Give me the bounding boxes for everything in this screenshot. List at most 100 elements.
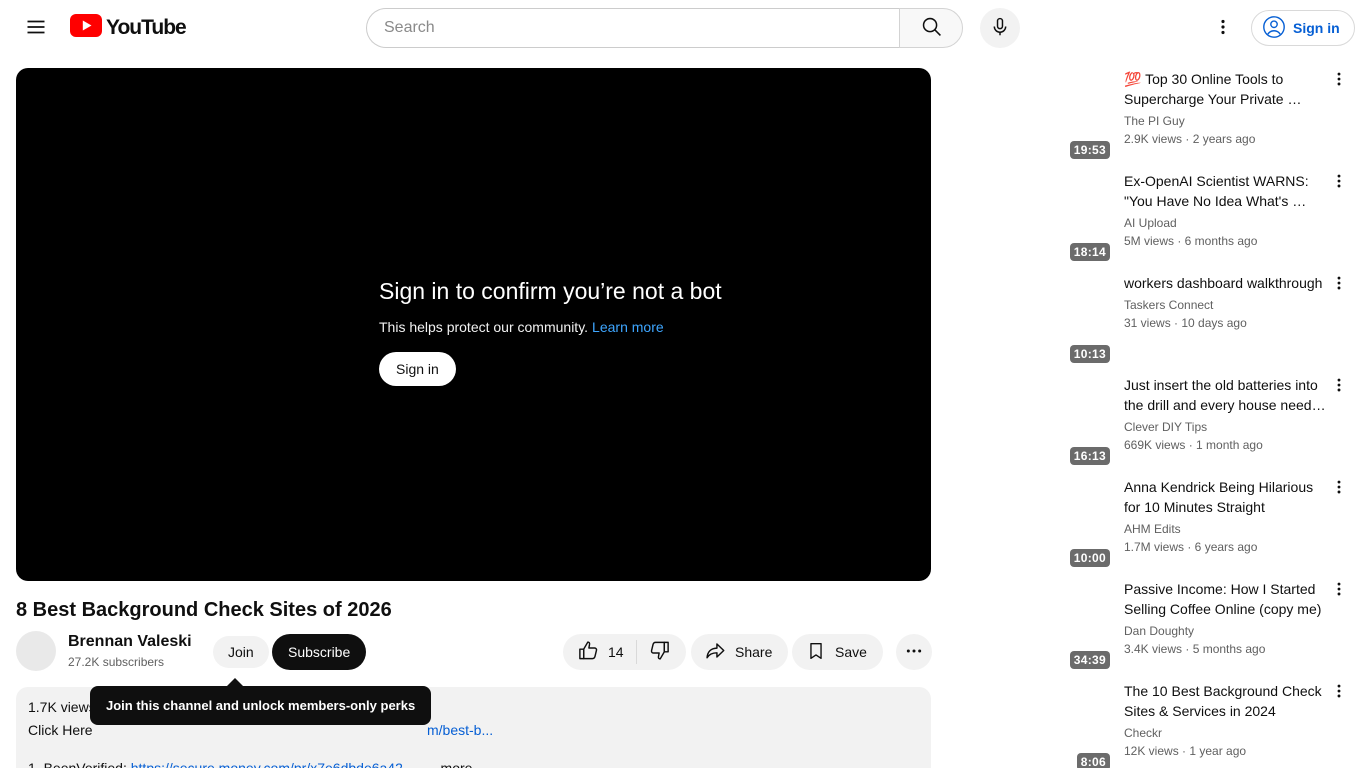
bot-check-headline: Sign in to confirm you’re not a bot — [379, 276, 722, 306]
video-thumbnail[interactable]: 34:39 — [1068, 578, 1116, 672]
related-video-menu-button[interactable] — [1328, 580, 1350, 602]
duration-badge: 10:13 — [1070, 345, 1110, 363]
related-video-item[interactable]: 10:00 Anna Kendrick Being Hilarious for … — [1068, 476, 1350, 570]
like-count: 14 — [608, 644, 624, 660]
related-video-channel: The PI Guy — [1124, 113, 1326, 129]
person-icon — [1262, 15, 1286, 42]
related-video-menu-button[interactable] — [1328, 274, 1350, 296]
duration-badge: 19:53 — [1070, 141, 1110, 159]
related-video-channel: AHM Edits — [1124, 521, 1326, 537]
related-video-menu-button[interactable] — [1328, 376, 1350, 398]
save-label: Save — [835, 644, 867, 660]
related-video-title: Ex-OpenAI Scientist WARNS: "You Have No … — [1124, 171, 1326, 211]
menu-button[interactable] — [16, 8, 56, 48]
related-video-meta: 669K views · 1 month ago — [1124, 437, 1326, 453]
related-video-item[interactable]: 18:14 Ex-OpenAI Scientist WARNS: "You Ha… — [1068, 170, 1350, 264]
video-thumbnail[interactable]: 8:06 — [1068, 680, 1116, 768]
channel-avatar[interactable] — [16, 631, 56, 671]
show-more-link[interactable]: ...more — [429, 760, 473, 768]
related-videos-sidebar: 19:53 💯 Top 30 Online Tools to Superchar… — [1068, 68, 1350, 768]
search-input[interactable] — [366, 8, 899, 48]
related-video-item[interactable]: 10:13 workers dashboard walkthrough Task… — [1068, 272, 1350, 366]
join-button[interactable]: Join — [213, 636, 269, 668]
duration-badge: 10:00 — [1070, 549, 1110, 567]
bot-check-message: Sign in to confirm you’re not a bot This… — [379, 276, 722, 386]
video-more-button[interactable] — [896, 634, 932, 670]
share-label: Share — [735, 644, 772, 660]
thumb-up-icon — [577, 639, 600, 665]
related-video-menu-button[interactable] — [1328, 172, 1350, 194]
video-details: The 10 Best Background Check Sites & Ser… — [1116, 680, 1328, 768]
related-video-meta: 1.7M views · 6 years ago — [1124, 539, 1326, 555]
duration-badge: 18:14 — [1070, 243, 1110, 261]
channel-info: Brennan Valeski 27.2K subscribers — [68, 631, 192, 671]
related-video-channel: Taskers Connect — [1124, 297, 1326, 313]
search-button[interactable] — [899, 8, 963, 48]
video-thumbnail[interactable]: 18:14 — [1068, 170, 1116, 264]
hamburger-icon — [24, 15, 48, 42]
related-video-item[interactable]: 34:39 Passive Income: How I Started Sell… — [1068, 578, 1350, 672]
header-more-button[interactable] — [1203, 8, 1243, 48]
related-video-title: Just insert the old batteries into the d… — [1124, 375, 1326, 415]
video-details: Anna Kendrick Being Hilarious for 10 Min… — [1116, 476, 1328, 570]
related-video-title: Passive Income: How I Started Selling Co… — [1124, 579, 1326, 619]
kebab-icon — [1330, 682, 1348, 703]
related-video-title: workers dashboard walkthrough — [1124, 273, 1326, 293]
click-here-text: Click Here — [28, 722, 93, 738]
like-dislike-group: 14 — [563, 634, 686, 670]
header-signin-button[interactable]: Sign in — [1251, 10, 1355, 46]
video-details: Just insert the old batteries into the d… — [1116, 374, 1328, 468]
list-item-text: 1. BeenVerified: — [28, 760, 131, 768]
mic-icon — [989, 16, 1011, 41]
related-video-item[interactable]: 16:13 Just insert the old batteries into… — [1068, 374, 1350, 468]
related-video-meta: 31 views · 10 days ago — [1124, 315, 1326, 331]
share-button[interactable]: Share — [691, 634, 788, 670]
related-video-meta: 5M views · 6 months ago — [1124, 233, 1326, 249]
kebab-icon — [1330, 274, 1348, 295]
video-details: workers dashboard walkthrough Taskers Co… — [1116, 272, 1328, 366]
related-video-menu-button[interactable] — [1328, 478, 1350, 500]
related-video-menu-button[interactable] — [1328, 70, 1350, 92]
subscribe-button[interactable]: Subscribe — [272, 634, 366, 670]
dislike-button[interactable] — [637, 634, 686, 670]
logo-wordmark: YouTube — [106, 16, 186, 40]
video-player[interactable]: Sign in to confirm you’re not a bot This… — [16, 68, 931, 581]
related-video-menu-button[interactable] — [1328, 682, 1350, 704]
related-video-meta: 12K views · 1 year ago — [1124, 743, 1326, 759]
video-details: Passive Income: How I Started Selling Co… — [1116, 578, 1328, 672]
like-button[interactable]: 14 — [563, 634, 636, 670]
learn-more-link[interactable]: Learn more — [592, 319, 664, 335]
player-signin-button[interactable]: Sign in — [379, 352, 456, 386]
related-video-title: The 10 Best Background Check Sites & Ser… — [1124, 681, 1326, 721]
search-area — [366, 8, 963, 48]
related-video-title: Anna Kendrick Being Hilarious for 10 Min… — [1124, 477, 1326, 517]
video-details: 💯 Top 30 Online Tools to Supercharge You… — [1116, 68, 1328, 162]
video-thumbnail[interactable]: 19:53 — [1068, 68, 1116, 162]
video-thumbnail[interactable]: 16:13 — [1068, 374, 1116, 468]
kebab-icon — [1330, 70, 1348, 91]
related-video-meta: 2.9K views · 2 years ago — [1124, 131, 1326, 147]
kebab-icon — [1330, 376, 1348, 397]
thumb-down-icon — [648, 639, 671, 665]
app-header: YouTube Sign in — [0, 0, 1366, 56]
beenverified-link[interactable]: https://secure.money.com/pr/x7e6dbde6a42 — [131, 760, 403, 768]
duration-badge: 8:06 — [1077, 753, 1110, 768]
video-title: 8 Best Background Check Sites of 2026 — [16, 596, 392, 624]
description-link-fragment[interactable]: m/best-b... — [427, 720, 493, 740]
related-video-channel: Dan Doughty — [1124, 623, 1326, 639]
related-video-item[interactable]: 8:06 The 10 Best Background Check Sites … — [1068, 680, 1350, 768]
save-button[interactable]: Save — [792, 634, 883, 670]
bot-check-subtext: This helps protect our community. — [379, 319, 588, 335]
duration-badge: 16:13 — [1070, 447, 1110, 465]
youtube-watch-page: YouTube Sign in — [0, 0, 1366, 768]
subscriber-count: 27.2K subscribers — [68, 653, 192, 671]
more-dots-icon — [904, 641, 924, 664]
related-video-item[interactable]: 19:53 💯 Top 30 Online Tools to Superchar… — [1068, 68, 1350, 162]
play-icon — [70, 14, 102, 42]
mic-button[interactable] — [980, 8, 1020, 48]
youtube-logo[interactable]: YouTube — [70, 14, 186, 42]
channel-name[interactable]: Brennan Valeski — [68, 631, 192, 653]
video-thumbnail[interactable]: 10:13 — [1068, 272, 1116, 366]
video-thumbnail[interactable]: 10:00 — [1068, 476, 1116, 570]
join-tooltip: Join this channel and unlock members-onl… — [90, 686, 431, 725]
